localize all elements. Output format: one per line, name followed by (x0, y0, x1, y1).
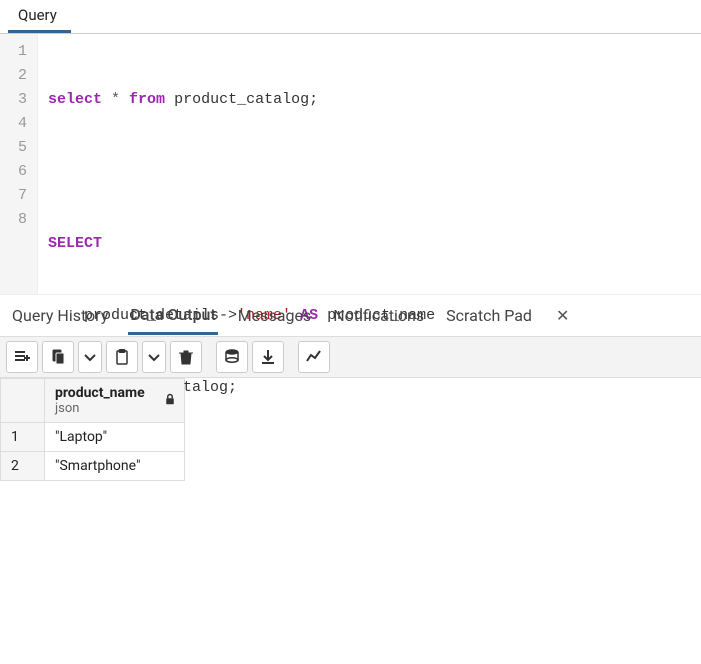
line-number: 5 (18, 136, 27, 160)
lock-icon (164, 393, 176, 409)
sql-editor[interactable]: 1 2 3 4 5 6 7 8 select * from product_ca… (0, 34, 701, 294)
chevron-down-icon (82, 349, 98, 365)
close-icon[interactable]: ✕ (552, 302, 573, 329)
add-row-button[interactable] (6, 341, 38, 373)
line-number: 7 (18, 184, 27, 208)
copy-icon (50, 349, 66, 365)
graph-icon (306, 349, 322, 365)
database-save-icon (224, 349, 240, 365)
result-panel-tabs: Query History Data Output Messages Notif… (0, 294, 701, 336)
line-number: 6 (18, 160, 27, 184)
download-button[interactable] (252, 341, 284, 373)
line-number: 1 (18, 40, 27, 64)
tab-messages[interactable]: Messages (236, 298, 313, 333)
trash-icon (178, 349, 194, 365)
line-number-gutter: 1 2 3 4 5 6 7 8 (0, 34, 38, 294)
row-number[interactable]: 2 (1, 452, 45, 481)
paste-button[interactable] (106, 341, 138, 373)
column-header-product-name[interactable]: product_name json (45, 379, 185, 423)
download-icon (260, 349, 276, 365)
line-number: 4 (18, 112, 27, 136)
row-number[interactable]: 1 (1, 423, 45, 452)
graph-button[interactable] (298, 341, 330, 373)
tab-data-output[interactable]: Data Output (128, 297, 217, 335)
editor-tab-bar: Query (0, 0, 701, 34)
column-name: product_name (55, 385, 174, 401)
clipboard-icon (114, 349, 130, 365)
copy-dropdown-button[interactable] (78, 341, 102, 373)
line-number: 3 (18, 88, 27, 112)
line-number: 8 (18, 208, 27, 232)
tab-query-history[interactable]: Query History (10, 298, 110, 333)
tab-scratch-pad[interactable]: Scratch Pad (444, 298, 534, 333)
line-number: 2 (18, 64, 27, 88)
save-data-button[interactable] (216, 341, 248, 373)
delete-button[interactable] (170, 341, 202, 373)
tab-query[interactable]: Query (8, 0, 71, 33)
tab-notifications[interactable]: Notifications (331, 298, 426, 333)
add-row-icon (14, 349, 30, 365)
paste-dropdown-button[interactable] (142, 341, 166, 373)
code-content[interactable]: select * from product_catalog; SELECT pr… (38, 34, 445, 294)
copy-button[interactable] (42, 341, 74, 373)
grid-corner[interactable] (1, 379, 45, 423)
column-type: json (55, 401, 174, 416)
chevron-down-icon (146, 349, 162, 365)
